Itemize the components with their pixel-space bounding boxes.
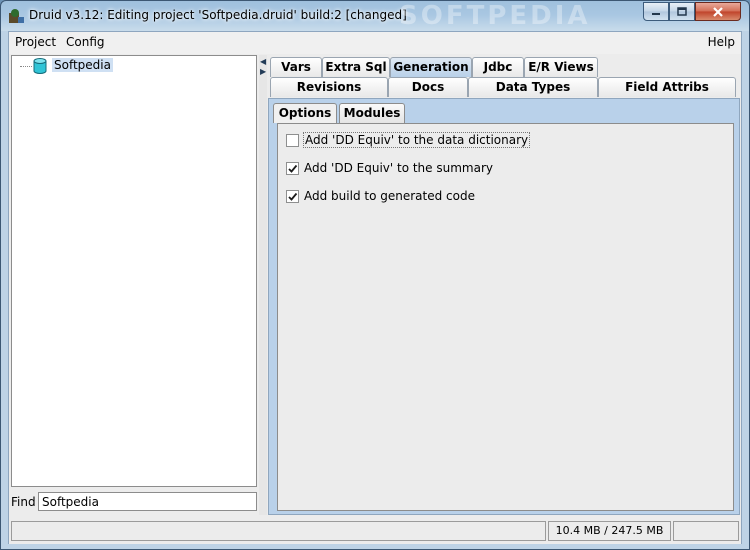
tab-field-attribs[interactable]: Field Attribs <box>598 77 736 97</box>
expand-right-icon[interactable]: ▶ <box>260 67 266 76</box>
generation-panel: Options Modules Add 'DD Equiv' to the da… <box>268 98 740 515</box>
client-area: Project Config Help Softpedia Find ◀ ▶ V… <box>8 31 742 544</box>
maximize-button[interactable] <box>669 2 695 21</box>
options-panel: Add 'DD Equiv' to the data dictionary Ad… <box>277 123 734 511</box>
status-extra <box>673 521 739 541</box>
tree-node-softpedia[interactable]: Softpedia <box>52 58 113 72</box>
find-input[interactable] <box>38 492 257 511</box>
close-button[interactable] <box>695 2 741 21</box>
subtab-modules[interactable]: Modules <box>339 103 405 123</box>
app-window: Druid v3.12: Editing project 'Softpedia.… <box>0 0 750 550</box>
option-dd-equiv-summary[interactable]: Add 'DD Equiv' to the summary <box>286 160 494 176</box>
option-label: Add 'DD Equiv' to the summary <box>304 161 493 175</box>
option-label: Add build to generated code <box>304 189 475 203</box>
menu-config[interactable]: Config <box>66 35 105 49</box>
tab-extra-sql[interactable]: Extra Sql <box>322 57 390 77</box>
check-mark-icon <box>288 192 298 201</box>
title-bar[interactable]: Druid v3.12: Editing project 'Softpedia.… <box>1 1 749 31</box>
option-label: Add 'DD Equiv' to the data dictionary <box>303 132 531 148</box>
tab-er-views[interactable]: E/R Views <box>524 57 598 77</box>
memory-usage: 10.4 MB / 247.5 MB <box>548 521 671 541</box>
split-pane-divider[interactable]: ◀ ▶ <box>259 55 267 515</box>
option-add-build[interactable]: Add build to generated code <box>286 188 476 204</box>
project-tabs: Vars Extra Sql Generation Jdbc E/R Views… <box>268 55 740 515</box>
project-tree[interactable]: Softpedia <box>11 55 257 487</box>
tree-connector <box>20 66 32 67</box>
close-icon <box>713 6 723 17</box>
subtab-options[interactable]: Options <box>273 103 337 123</box>
minimize-icon <box>652 12 660 15</box>
option-dd-equiv-dictionary[interactable]: Add 'DD Equiv' to the data dictionary <box>286 132 531 148</box>
druid-app-icon <box>8 7 26 25</box>
find-label: Find <box>11 495 36 509</box>
check-mark-icon <box>288 164 298 173</box>
tab-jdbc[interactable]: Jdbc <box>472 57 524 77</box>
menu-project[interactable]: Project <box>15 35 56 49</box>
menu-help[interactable]: Help <box>708 35 735 49</box>
window-title: Druid v3.12: Editing project 'Softpedia.… <box>29 8 407 22</box>
menu-bar: Project Config Help <box>9 32 741 54</box>
checkbox-add-build[interactable] <box>286 189 299 203</box>
database-icon <box>32 58 48 77</box>
tab-generation[interactable]: Generation <box>390 57 472 77</box>
tab-vars[interactable]: Vars <box>270 57 322 77</box>
minimize-button[interactable] <box>643 2 669 21</box>
maximize-icon <box>677 6 687 16</box>
softpedia-watermark: SOFTPEDIA <box>399 1 591 31</box>
tab-docs[interactable]: Docs <box>388 77 468 97</box>
tab-revisions[interactable]: Revisions <box>270 77 388 97</box>
collapse-left-icon[interactable]: ◀ <box>260 57 266 66</box>
tab-data-types[interactable]: Data Types <box>468 77 598 97</box>
checkbox-dd-equiv-dictionary[interactable] <box>286 133 299 147</box>
checkbox-dd-equiv-summary[interactable] <box>286 161 299 175</box>
status-bar: 10.4 MB / 247.5 MB <box>9 520 741 544</box>
status-message <box>11 521 546 541</box>
